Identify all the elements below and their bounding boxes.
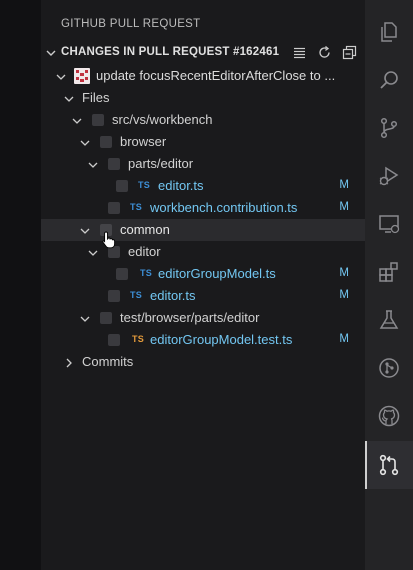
folder-editor[interactable]: editor <box>41 241 365 263</box>
typescript-file-icon: TS <box>130 202 142 212</box>
chevron-down-icon <box>87 158 99 176</box>
folder-icon <box>92 114 104 126</box>
file-editor-ts[interactable]: TS editor.ts M <box>41 175 365 197</box>
folder-parts-editor[interactable]: parts/editor <box>41 153 365 175</box>
explorer-icon <box>381 22 397 42</box>
chevron-down-icon <box>71 114 83 132</box>
checkbox-icon <box>116 180 128 192</box>
search-button[interactable] <box>365 56 413 104</box>
pull-request-sidebar: GITHUB PULL REQUEST CHANGES IN PULL REQU… <box>41 0 365 570</box>
checkbox-icon <box>108 290 120 302</box>
chevron-down-icon <box>79 136 91 154</box>
modified-badge: M <box>339 289 349 301</box>
explorer-button[interactable] <box>365 8 413 56</box>
typescript-file-icon: TS <box>138 180 150 190</box>
modified-badge: M <box>339 333 349 345</box>
run-debug-button[interactable] <box>365 152 413 200</box>
folder-label: parts/editor <box>128 156 194 171</box>
folder-label: test/browser/parts/editor <box>120 310 260 325</box>
author-avatar <box>74 68 90 84</box>
file-label: editorGroupModel.test.ts <box>150 332 293 347</box>
mouse-cursor-icon <box>101 231 117 254</box>
folder-src-vs-workbench[interactable]: src/vs/workbench <box>41 109 365 131</box>
testing-button[interactable] <box>365 296 413 344</box>
collapse-all-icon[interactable] <box>342 45 357 60</box>
folder-common[interactable]: common <box>41 219 365 241</box>
file-label: editorGroupModel.ts <box>158 266 276 281</box>
chevron-down-icon <box>44 46 58 65</box>
typescript-file-icon: TS <box>130 290 142 300</box>
files-node[interactable]: Files <box>41 87 365 109</box>
source-control-icon <box>380 117 398 139</box>
checkbox-icon <box>108 334 120 346</box>
chevron-right-icon <box>63 356 75 374</box>
run-debug-icon <box>379 166 399 186</box>
modified-badge: M <box>339 179 349 191</box>
source-control-button[interactable] <box>365 104 413 152</box>
checkbox-icon <box>116 268 128 280</box>
typescript-file-icon: TS <box>140 268 152 278</box>
extensions-icon <box>379 262 398 282</box>
file-editor-group-model[interactable]: TS editorGroupModel.ts M <box>41 263 365 285</box>
folder-icon <box>100 136 112 148</box>
remote-explorer-icon <box>379 215 400 234</box>
search-icon <box>380 71 398 89</box>
folder-browser[interactable]: browser <box>41 131 365 153</box>
pull-request-button[interactable] <box>365 441 413 489</box>
pull-request-item[interactable]: update focusRecentEditorAfterClose to ..… <box>41 65 365 87</box>
file-label: editor.ts <box>158 178 204 193</box>
changes-section-header[interactable]: CHANGES IN PULL REQUEST #162461 <box>41 42 365 64</box>
github-icon <box>378 405 400 427</box>
chevron-down-icon <box>63 92 75 110</box>
activity-bar <box>365 0 413 570</box>
testing-icon <box>379 310 399 329</box>
modified-badge: M <box>339 201 349 213</box>
folder-label: src/vs/workbench <box>112 112 213 127</box>
git-graph-button[interactable] <box>365 344 413 392</box>
refresh-icon[interactable] <box>317 45 332 60</box>
chevron-down-icon <box>55 70 67 88</box>
files-label: Files <box>82 90 110 105</box>
github-button[interactable] <box>365 392 413 440</box>
folder-label: editor <box>128 244 161 259</box>
folder-label: common <box>120 222 170 237</box>
pull-request-icon <box>379 454 399 476</box>
pr-title: update focusRecentEditorAfterClose to ..… <box>96 68 336 83</box>
folder-label: browser <box>120 134 167 149</box>
section-label: CHANGES IN PULL REQUEST #162461 <box>61 46 280 58</box>
chevron-down-icon <box>79 312 91 330</box>
chevron-down-icon <box>79 224 91 242</box>
commits-label: Commits <box>82 354 134 369</box>
view-as-list-icon[interactable] <box>292 45 307 60</box>
file-label: workbench.contribution.ts <box>150 200 298 215</box>
folder-icon <box>108 158 120 170</box>
commits-node[interactable]: Commits <box>41 351 365 373</box>
typescript-test-file-icon: TS <box>132 334 144 344</box>
modified-badge: M <box>339 267 349 279</box>
chevron-down-icon <box>87 246 99 264</box>
file-label: editor.ts <box>150 288 196 303</box>
file-editor-group-model-test[interactable]: TS editorGroupModel.test.ts M <box>41 329 365 351</box>
git-graph-icon <box>379 358 399 378</box>
extensions-button[interactable] <box>365 248 413 296</box>
remote-explorer-button[interactable] <box>365 200 413 248</box>
file-workbench-contribution[interactable]: TS workbench.contribution.ts M <box>41 197 365 219</box>
folder-test-browser-parts-editor[interactable]: test/browser/parts/editor <box>41 307 365 329</box>
checkbox-icon <box>108 202 120 214</box>
folder-icon <box>100 312 112 324</box>
file-editor-ts[interactable]: TS editor.ts M <box>41 285 365 307</box>
panel-title: GITHUB PULL REQUEST <box>61 18 201 30</box>
